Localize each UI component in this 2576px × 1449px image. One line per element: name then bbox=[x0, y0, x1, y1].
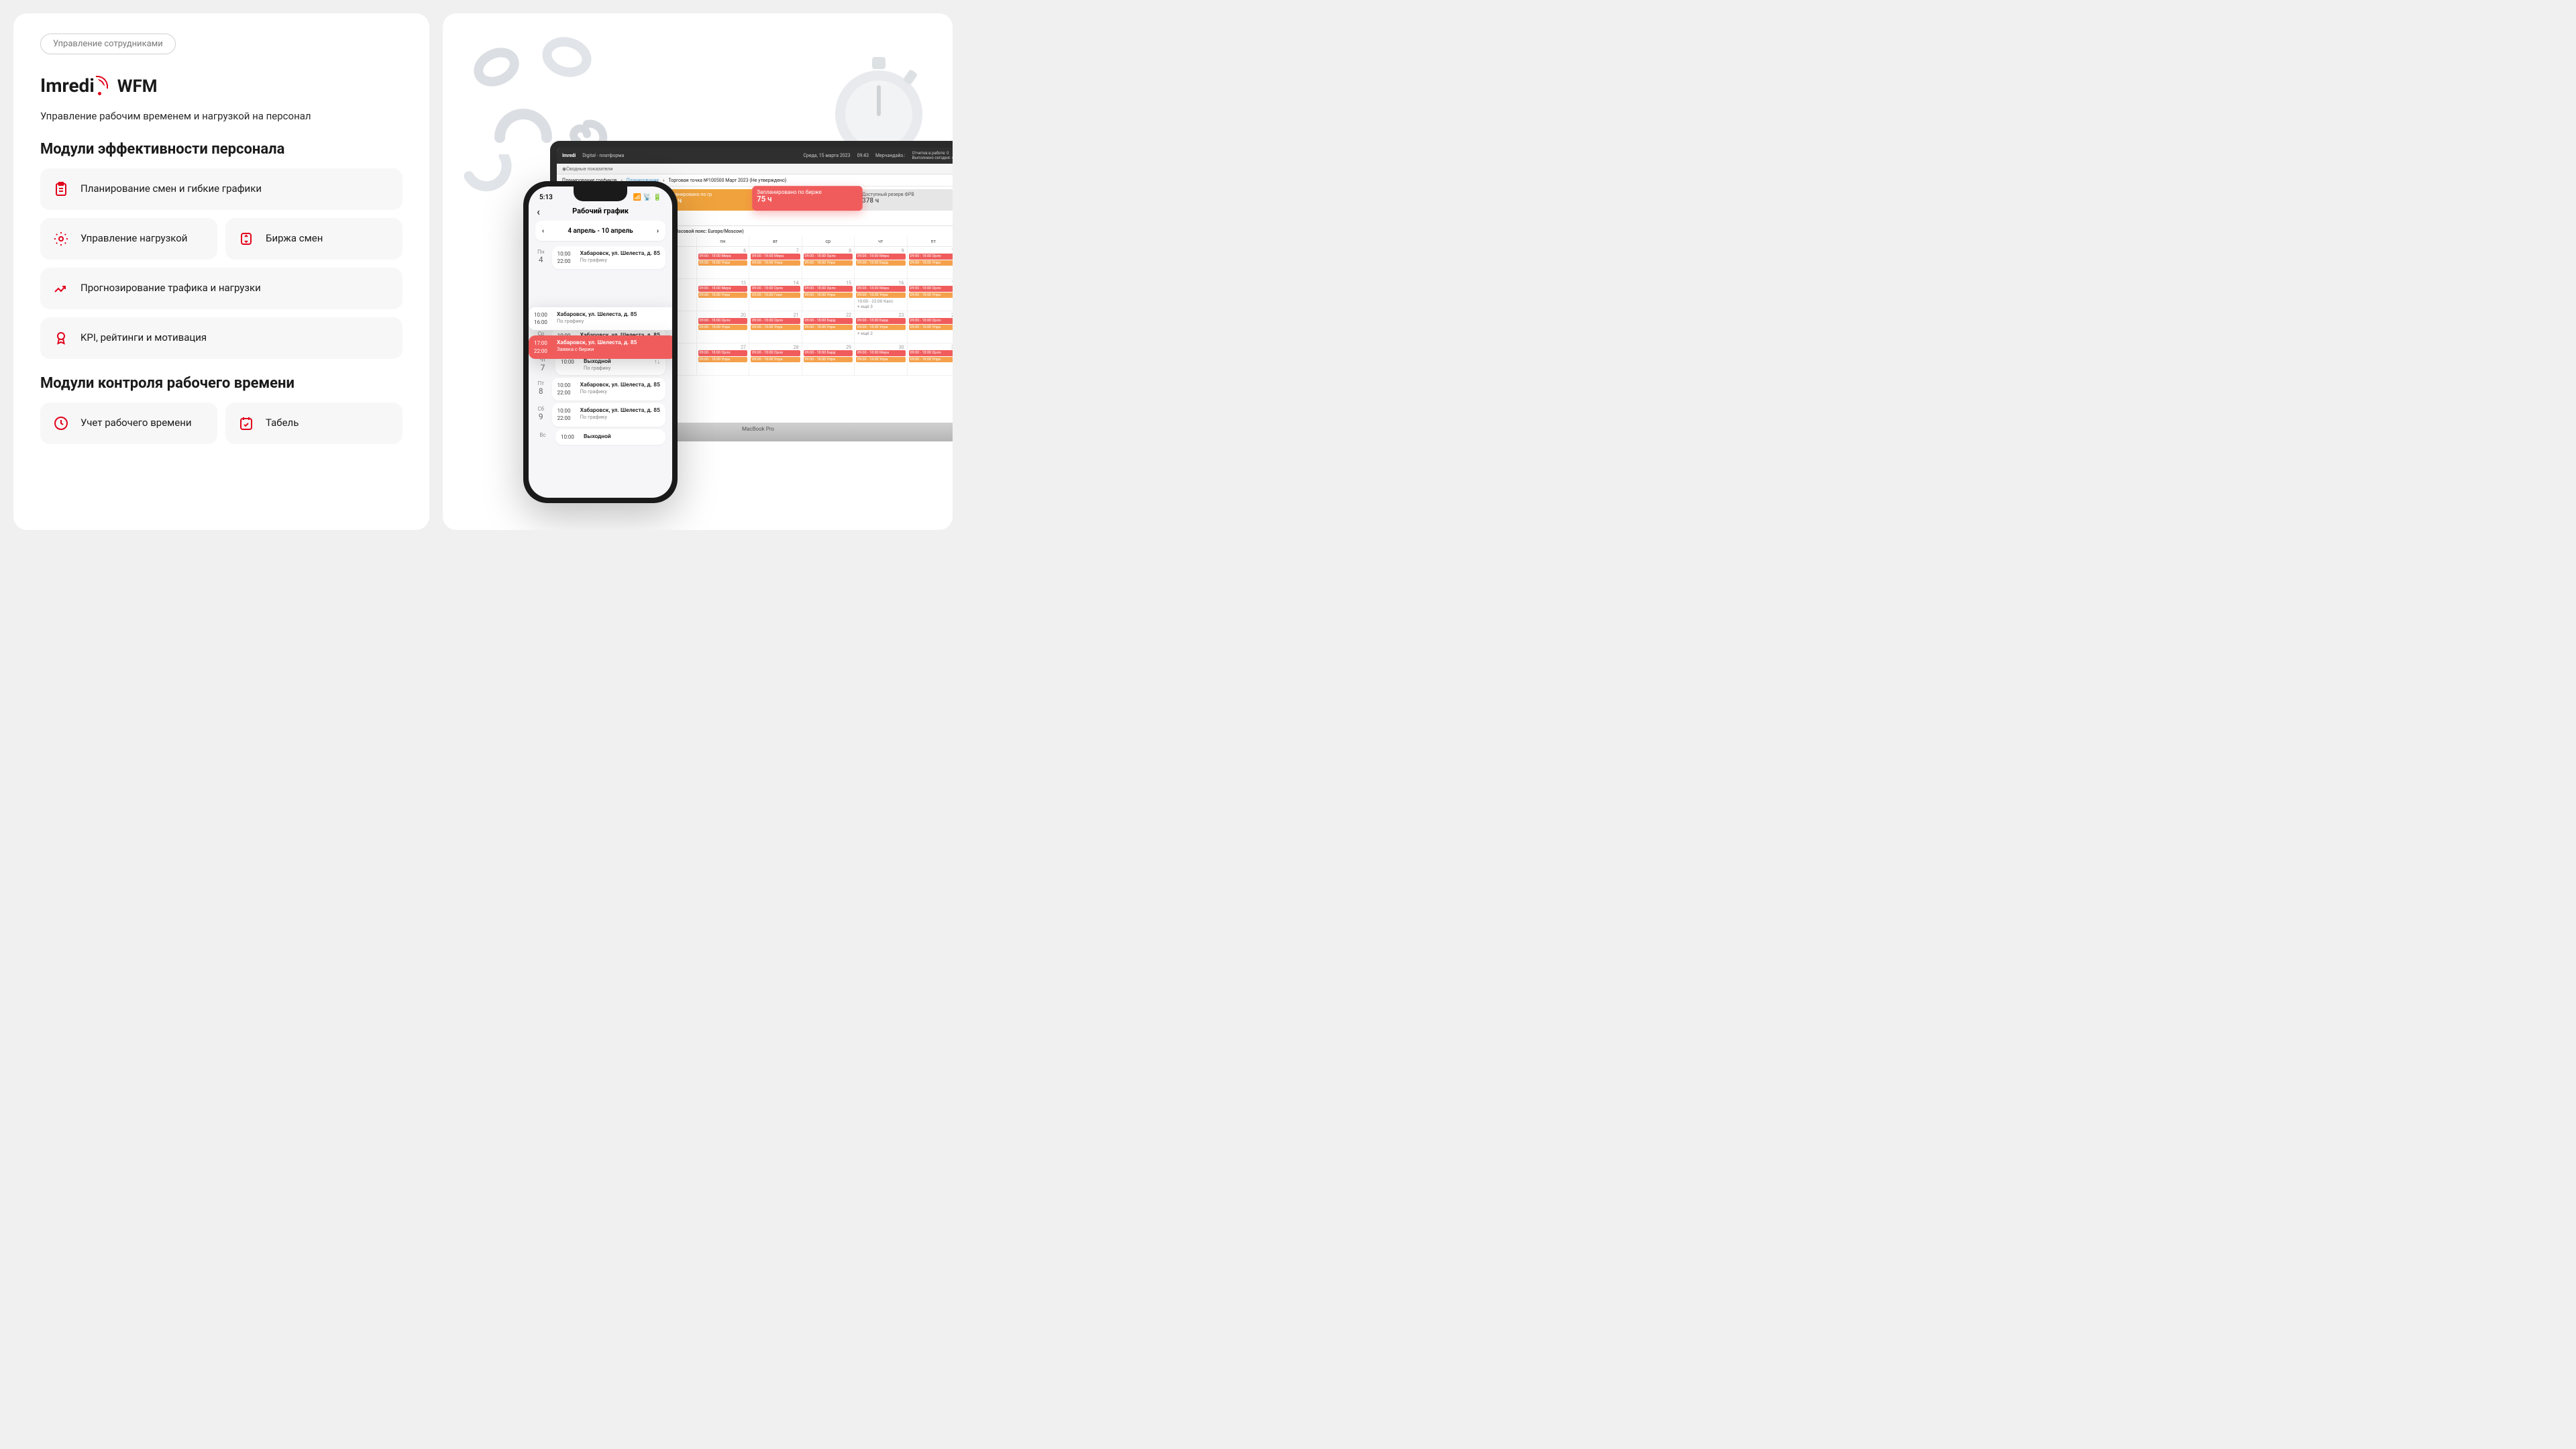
calendar-check-icon bbox=[237, 415, 255, 432]
app-group: Мерчандайз.: bbox=[875, 153, 906, 158]
module-label: Табель bbox=[266, 417, 299, 430]
stat-card-exchange: Запланировано по бирже75 ч bbox=[752, 186, 862, 211]
module-label: Биржа смен bbox=[266, 232, 323, 246]
stat-card-reserve: Доступный резерв ФРВ378 ч bbox=[858, 189, 953, 211]
schedule-item[interactable]: Пт8 10:0022:00Хабаровск, ул. Шелеста, д.… bbox=[535, 378, 665, 400]
calendar-grid: март 2023 (Часовой пояс: Europe/Moscow) … bbox=[644, 226, 953, 421]
schedule-item-popout[interactable]: Вт5 10:0016:00Хабаровск, ул. Шелеста, д.… bbox=[529, 307, 672, 359]
app-reports-count: Отчетов в работе: 0 bbox=[912, 151, 953, 156]
calendar-header: Недпнвтсрчтпт bbox=[644, 237, 953, 247]
clipboard-icon bbox=[52, 180, 70, 198]
sort-icon[interactable]: ↑↓ bbox=[654, 358, 660, 371]
control-section-title: Модули контроля рабочего времени bbox=[40, 375, 402, 392]
app-done-count: Выполнено сегодня: 4 bbox=[912, 156, 953, 160]
app-date: Среда, 15 марта 2023 bbox=[803, 153, 850, 158]
module-kpi[interactable]: KPI, рейтинги и мотивация bbox=[40, 317, 402, 359]
phone-time: 5:13 bbox=[539, 194, 553, 201]
module-label: Планирование смен и гибкие графики bbox=[80, 182, 262, 196]
deco-arc-2 bbox=[463, 154, 523, 201]
module-label: Управление нагрузкой bbox=[80, 232, 187, 246]
date-range: 4 апрель - 10 апрель bbox=[568, 227, 633, 235]
app-topbar: Imredi Digital - платформа Среда, 15 мар… bbox=[557, 148, 953, 164]
module-time-tracking[interactable]: Учет рабочего времени bbox=[40, 402, 217, 444]
category-chip: Управление сотрудниками bbox=[40, 34, 176, 54]
preview-panel: Imredi Digital - платформа Среда, 15 мар… bbox=[443, 13, 953, 530]
chevron-left-icon[interactable]: ‹ bbox=[542, 227, 544, 235]
phone-signal-icons: 📶 📡 🔋 bbox=[633, 194, 661, 201]
schedule-item[interactable]: Вс 10:00Выходной bbox=[535, 429, 665, 445]
module-load-management[interactable]: Управление нагрузкой bbox=[40, 218, 217, 260]
module-forecasting[interactable]: Прогнозирование трафика и нагрузки bbox=[40, 268, 402, 309]
chevron-right-icon[interactable]: › bbox=[657, 227, 659, 235]
module-timesheet[interactable]: Табель bbox=[225, 402, 402, 444]
swap-vertical-icon bbox=[237, 230, 255, 248]
gear-icon bbox=[52, 230, 70, 248]
app-logo: Imredi bbox=[562, 153, 576, 158]
date-range-picker[interactable]: ‹ 4 апрель - 10 апрель › bbox=[535, 221, 665, 241]
deco-ring-1 bbox=[470, 40, 523, 94]
product-panel: Управление сотрудниками Imredi WFM Управ… bbox=[13, 13, 429, 530]
product-subtitle: Управление рабочим временем и нагрузкой … bbox=[40, 110, 402, 122]
efficiency-section-title: Модули эффективности персонала bbox=[40, 141, 402, 158]
phone-title-text: Рабочий график bbox=[572, 207, 629, 215]
phone-title-bar: ‹ Рабочий график bbox=[529, 205, 672, 221]
trending-up-icon bbox=[52, 280, 70, 297]
brand-product: WFM bbox=[117, 76, 158, 97]
module-label: Прогнозирование трафика и нагрузки bbox=[80, 282, 261, 295]
module-label: KPI, рейтинги и мотивация bbox=[80, 331, 207, 345]
module-label: Учет рабочего времени bbox=[80, 417, 192, 430]
schedule-item[interactable]: Пн4 10:0022:00Хабаровск, ул. Шелеста, д.… bbox=[535, 246, 665, 269]
brand: Imredi WFM bbox=[40, 74, 402, 97]
schedule-item-exchange[interactable]: 17:0022:00Хабаровск, ул. Шелеста, д. 85З… bbox=[529, 335, 672, 358]
back-icon[interactable]: ‹ bbox=[537, 205, 540, 218]
module-shift-planning[interactable]: Планирование смен и гибкие графики bbox=[40, 168, 402, 210]
app-time: 09:43 bbox=[857, 153, 869, 158]
module-shift-exchange[interactable]: Биржа смен bbox=[225, 218, 402, 260]
calendar-title: март 2023 (Часовой пояс: Europe/Moscow) bbox=[644, 226, 953, 237]
app-subbar: ◉ Сводные показатели bbox=[557, 164, 953, 174]
phone-mockup: 5:13 📶 📡 🔋 ‹ Рабочий график ‹ 4 апрель -… bbox=[523, 181, 678, 503]
crumb-detail: Торговая точка №100500 Март 2023 (Не утв… bbox=[668, 178, 786, 183]
award-icon bbox=[52, 329, 70, 347]
deco-ring-2 bbox=[537, 34, 597, 80]
schedule-item[interactable]: Сб9 10:0022:00Хабаровск, ул. Шелеста, д.… bbox=[535, 403, 665, 426]
brand-logo: Imredi bbox=[40, 74, 111, 97]
clock-icon bbox=[52, 415, 70, 432]
app-platform: Digital - платформа bbox=[582, 153, 624, 158]
